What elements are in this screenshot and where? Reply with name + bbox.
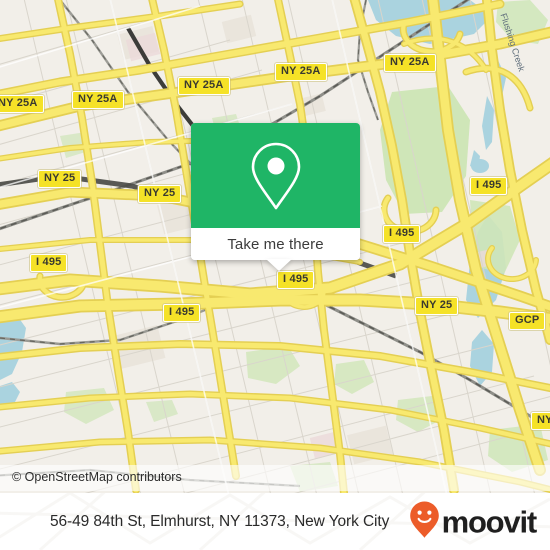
road-shield: GCP (509, 312, 546, 330)
road-shield: NY 25A (178, 77, 230, 95)
road-shield: I 495 (277, 271, 315, 289)
callout-pointer-tail (266, 259, 292, 271)
road-shield: NY 25A (384, 54, 436, 72)
road-shield: I 495 (470, 177, 508, 195)
road-shield: NY (531, 412, 550, 430)
map-canvas[interactable]: NY 25A NY 25A NY 25A NY 25A NY 25A NY 25… (0, 0, 550, 493)
moovit-wordmark: moovit (441, 504, 538, 539)
moovit-logo[interactable]: moovit (409, 500, 538, 543)
bottom-info-bar: 56-49 84th St, Elmhurst, NY 11373, New Y… (0, 493, 550, 550)
road-shield: I 495 (383, 225, 421, 243)
destination-callout-card[interactable]: Take me there (191, 123, 360, 271)
road-shield: I 495 (163, 304, 201, 322)
moovit-map-screenshot: NY 25A NY 25A NY 25A NY 25A NY 25A NY 25… (0, 0, 550, 550)
osm-attribution[interactable]: © OpenStreetMap contributors (12, 470, 182, 484)
callout-pin-area (191, 123, 360, 228)
map-pin-icon (247, 140, 305, 212)
road-shield: NY 25 (38, 170, 82, 188)
road-shield: NY 25 (415, 297, 459, 315)
road-shield: I 495 (30, 254, 68, 272)
road-shield: NY 25A (0, 95, 44, 113)
destination-address: 56-49 84th St, Elmhurst, NY 11373, New Y… (50, 512, 390, 530)
road-shield: NY 25A (72, 91, 124, 109)
road-shield: NY 25A (275, 63, 327, 81)
moovit-smiley-pin-icon (409, 500, 440, 543)
road-shield: NY 25 (138, 185, 182, 203)
take-me-there-label: Take me there (227, 235, 324, 253)
take-me-there-button[interactable]: Take me there (191, 228, 360, 260)
